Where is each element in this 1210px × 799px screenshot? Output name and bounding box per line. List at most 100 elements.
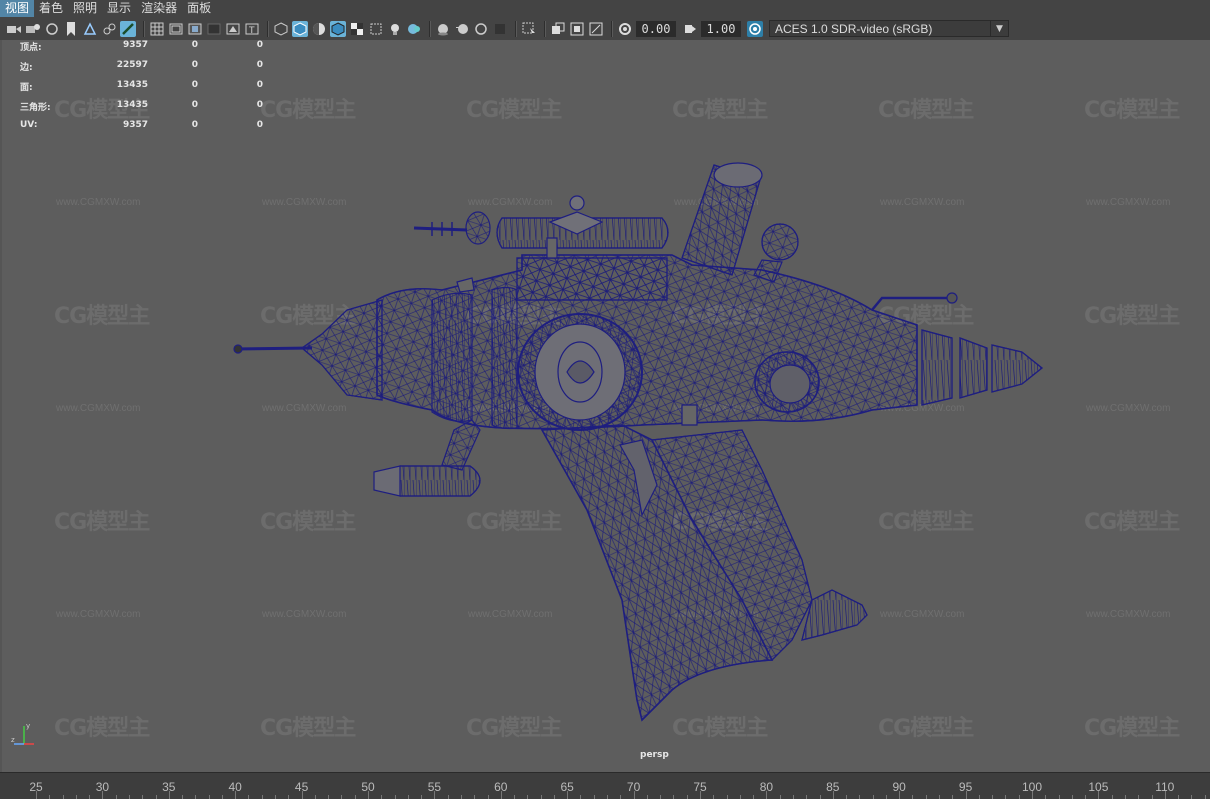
timeline-tick [633,791,635,799]
3d-viewport[interactable]: CG模型主 CG模型主 CG模型主 CG模型主 CG模型主 CG模型主 CG模型主 CG模型主… [0,40,1210,772]
safe-action-icon[interactable] [225,21,241,37]
gate-mask-icon[interactable] [187,21,203,37]
gamma-field[interactable]: 1.00 [701,20,741,37]
pencil-icon[interactable] [120,20,136,37]
shadows-icon[interactable] [406,21,422,37]
camera-name-label: persp [640,750,669,760]
wireframe-icon[interactable] [273,21,289,37]
hud-stat-v1: 9357 [122,120,148,130]
timeline-tick [965,791,967,799]
xray-joints-icon[interactable] [550,21,566,37]
timeline-tick [49,795,51,799]
hud-stat-label: 边: [20,63,33,73]
timeline-tick [421,795,423,799]
timeline-tick [726,795,728,799]
timeline-tick [1098,791,1100,799]
hud-stat-v3: 0 [256,80,263,90]
timeline-tick [806,795,808,799]
depth-of-field-icon[interactable] [492,21,508,37]
default-material-icon[interactable] [311,21,327,37]
resolution-gate-icon[interactable] [168,21,184,37]
timeline-tick [1178,795,1180,799]
timeline-tick [686,795,688,799]
timeline-tick [766,791,768,799]
grid-view-icon[interactable] [82,21,98,37]
timeline-tick [328,795,330,799]
timeline-tick [62,795,64,799]
timeline-tick [739,795,741,799]
menu-show[interactable]: 显示 [102,0,136,17]
exposure-field[interactable]: 0.00 [636,20,676,37]
aa-icon[interactable] [473,21,489,37]
image-plane-icon[interactable] [63,21,79,37]
timeline-tick [75,795,77,799]
hud-stat-v3: 0 [256,120,263,130]
timeline-tick [673,795,675,799]
wireframe-on-shaded-icon[interactable] [330,20,346,37]
xray-icon[interactable] [368,21,384,37]
hud-stat-row: 顶点: 9357 0 0 [20,40,280,60]
colorspace-value: ACES 1.0 SDR-video (sRGB) [775,21,933,36]
timeline-tick [912,795,914,799]
timeline-tick [407,795,409,799]
timeline-tick [978,795,980,799]
poly-count-hud: 顶点: 9357 0 0 边: 22597 0 0 面: 13435 0 0 三角形: 13435 0 0 UV… [20,40,280,140]
timeline-tick [1032,791,1033,799]
bookmark-icon[interactable] [44,21,60,37]
wireframe-model[interactable] [2,40,1210,772]
menu-shading[interactable]: 着色 [34,0,68,17]
safe-title-icon[interactable]: T [244,21,260,37]
timeline-tick [288,795,290,799]
timeline-tick [500,791,502,799]
backface-icon[interactable] [588,21,604,37]
texture-icon[interactable] [349,21,365,37]
exposure-icon[interactable] [617,21,633,37]
menu-panels[interactable]: 面板 [182,0,216,17]
smooth-shade-icon[interactable] [292,20,308,37]
colorspace-dropdown[interactable]: ACES 1.0 SDR-video (sRGB) ▼ [769,20,1009,37]
hud-stat-v2: 0 [191,80,198,90]
timeline-tick [1085,795,1087,799]
timeline-tick [1124,795,1126,799]
color-mgmt-icon[interactable] [747,20,763,37]
hud-stat-v3: 0 [256,60,263,70]
ssao-icon[interactable] [435,21,451,37]
timeline-tick [753,795,755,799]
timeline-tick [155,795,157,799]
hud-stat-row: UV: 9357 0 0 [20,120,280,140]
timeline-tick [182,795,184,799]
grid-icon[interactable] [149,21,165,37]
chevron-down-icon[interactable]: ▼ [990,21,1008,36]
time-slider[interactable]: 25 30 35 40 45 50 55 60 65 70 75 80 85 90 95 100 105 110 [0,772,1210,799]
menu-bar: 视图 着色 照明 显示 渲染器 面板 [0,0,1210,17]
field-chart-icon[interactable] [206,21,222,37]
timeline-tick [553,795,555,799]
timeline-tick [89,795,91,799]
hud-stat-v1: 22597 [116,60,148,70]
camera-attr-icon[interactable] [25,21,41,37]
toolbar-separator [429,20,431,37]
isolate-icon[interactable] [521,21,537,37]
timeline-tick [460,795,462,799]
axis-gizmo-icon: y z [11,722,34,745]
timeline-tick [301,791,303,799]
motion-blur-icon[interactable] [454,21,470,37]
timeline-tick [593,795,595,799]
timeline-tick [939,795,941,799]
timeline-tick [580,795,582,799]
timeline-tick [1164,791,1166,799]
menu-lighting[interactable]: 照明 [68,0,102,17]
gamma-icon[interactable] [682,21,698,37]
timeline-tick [168,791,170,799]
xray-active-icon[interactable] [569,21,585,37]
camera-icon[interactable] [6,21,22,37]
timeline-tick [1058,795,1060,799]
hud-stat-label: UV: [20,120,38,130]
svg-text:z: z [11,736,15,744]
hud-stat-v3: 0 [256,100,263,110]
menu-view[interactable]: 视图 [0,0,35,17]
menu-renderer[interactable]: 渲染器 [136,0,182,17]
hud-stat-v2: 0 [191,40,198,50]
lights-icon[interactable] [387,21,403,37]
film-gate-icon[interactable] [101,21,117,37]
